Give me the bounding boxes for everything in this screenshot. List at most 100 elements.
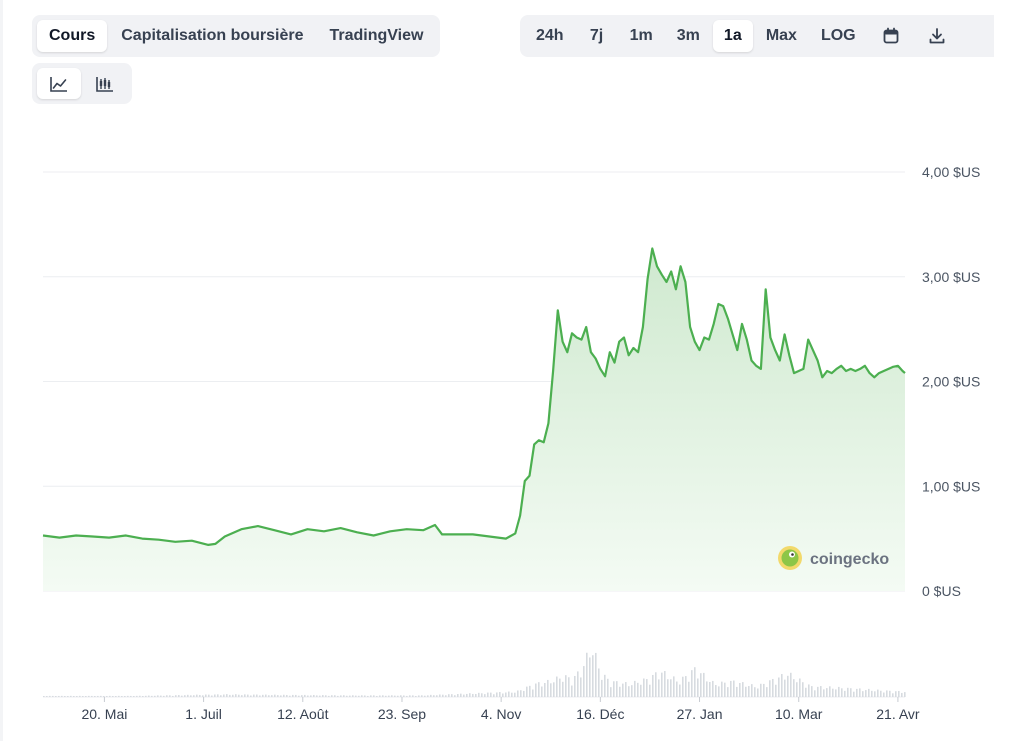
volume-bar [310, 695, 312, 697]
volume-bar [679, 684, 681, 697]
volume-bar [892, 693, 894, 697]
volume-bars [43, 652, 906, 697]
volume-bar [805, 687, 807, 697]
volume-bar [817, 686, 819, 697]
volume-bar [712, 680, 714, 697]
volume-bar [169, 695, 171, 697]
volume-bar [895, 691, 897, 697]
volume-bar [373, 695, 375, 697]
volume-bar [133, 696, 135, 697]
volume-bar [100, 695, 102, 697]
volume-bar [295, 694, 297, 697]
volume-bar [592, 655, 594, 697]
volume-bar [163, 695, 165, 697]
volume-bar [868, 688, 870, 697]
volume-bar [337, 695, 339, 697]
volume-bar [484, 694, 486, 697]
volume-bar [715, 685, 717, 697]
volume-bar [304, 694, 306, 697]
volume-bar [691, 670, 693, 697]
volume-bar [307, 695, 309, 697]
volume-bar [298, 695, 300, 697]
volume-bar [64, 696, 66, 697]
volume-bar [187, 694, 189, 697]
volume-bar [721, 681, 723, 697]
volume-bar [235, 694, 237, 697]
volume-bar [154, 695, 156, 697]
volume-bar [835, 689, 837, 697]
volume-bar [409, 695, 411, 697]
volume-bar [49, 695, 51, 697]
volume-bar [316, 695, 318, 697]
volume-bar [718, 686, 720, 697]
volume-bar [190, 695, 192, 697]
volume-bar [631, 685, 633, 697]
volume-bar [319, 695, 321, 697]
volume-bar [844, 690, 846, 697]
y-axis-labels: 0 $US 1,00 $US 2,00 $US 3,00 $US 4,00 $US [922, 164, 980, 599]
volume-bar [499, 692, 501, 697]
volume-bar [508, 691, 510, 697]
volume-bar [505, 692, 507, 697]
volume-bar [352, 695, 354, 697]
volume-bar [784, 679, 786, 697]
volume-bar [463, 694, 465, 697]
volume-bar [322, 695, 324, 697]
volume-bar [160, 695, 162, 697]
volume-bar [436, 695, 438, 697]
volume-bar [199, 694, 201, 697]
volume-bar [886, 690, 888, 697]
volume-bar [382, 695, 384, 697]
volume-bar [457, 694, 459, 697]
volume-bar [130, 695, 132, 697]
volume-bar [259, 695, 261, 697]
volume-bar [73, 696, 75, 697]
volume-bar [775, 684, 777, 697]
volume-bar [472, 693, 474, 697]
volume-bar [682, 676, 684, 697]
volume-bar [574, 675, 576, 697]
volume-bar [583, 666, 585, 697]
volume-bar [685, 676, 687, 697]
volume-bar [697, 678, 699, 697]
volume-bar [448, 694, 450, 697]
volume-bar [391, 695, 393, 697]
volume-bar [469, 693, 471, 697]
volume-bar [625, 682, 627, 697]
x-tick-label: 23. Sep [378, 706, 426, 722]
volume-bar [280, 695, 282, 697]
volume-bar [217, 694, 219, 697]
volume-bar [331, 695, 333, 697]
volume-bar [292, 694, 294, 697]
volume-bar [643, 678, 645, 697]
x-tick-label: 16. Déc [576, 706, 624, 722]
volume-bar [655, 672, 657, 697]
volume-bar [874, 691, 876, 697]
x-tick-label: 4. Nov [481, 706, 521, 722]
volume-bar [532, 689, 534, 697]
volume-bar [544, 683, 546, 697]
volume-bar [415, 695, 417, 697]
volume-bar [364, 695, 366, 697]
volume-bar [211, 695, 213, 697]
volume-bar [103, 696, 105, 697]
volume-bar [442, 694, 444, 697]
volume-bar [589, 657, 591, 697]
volume-bar [601, 679, 603, 697]
volume-bar [148, 695, 150, 697]
volume-bar [403, 695, 405, 697]
volume-bar [121, 696, 123, 697]
volume-bar [751, 684, 753, 697]
volume-bar [550, 683, 552, 697]
volume-bar [445, 695, 447, 697]
volume-bar [769, 680, 771, 697]
x-tick-label: 21. Avr [876, 706, 920, 722]
volume-bar [487, 692, 489, 697]
volume-bar [256, 694, 258, 697]
volume-bar [202, 695, 204, 697]
volume-bar [343, 695, 345, 697]
volume-bar [427, 695, 429, 697]
volume-bar [823, 689, 825, 697]
volume-bar [790, 672, 792, 697]
volume-bar [370, 695, 372, 697]
